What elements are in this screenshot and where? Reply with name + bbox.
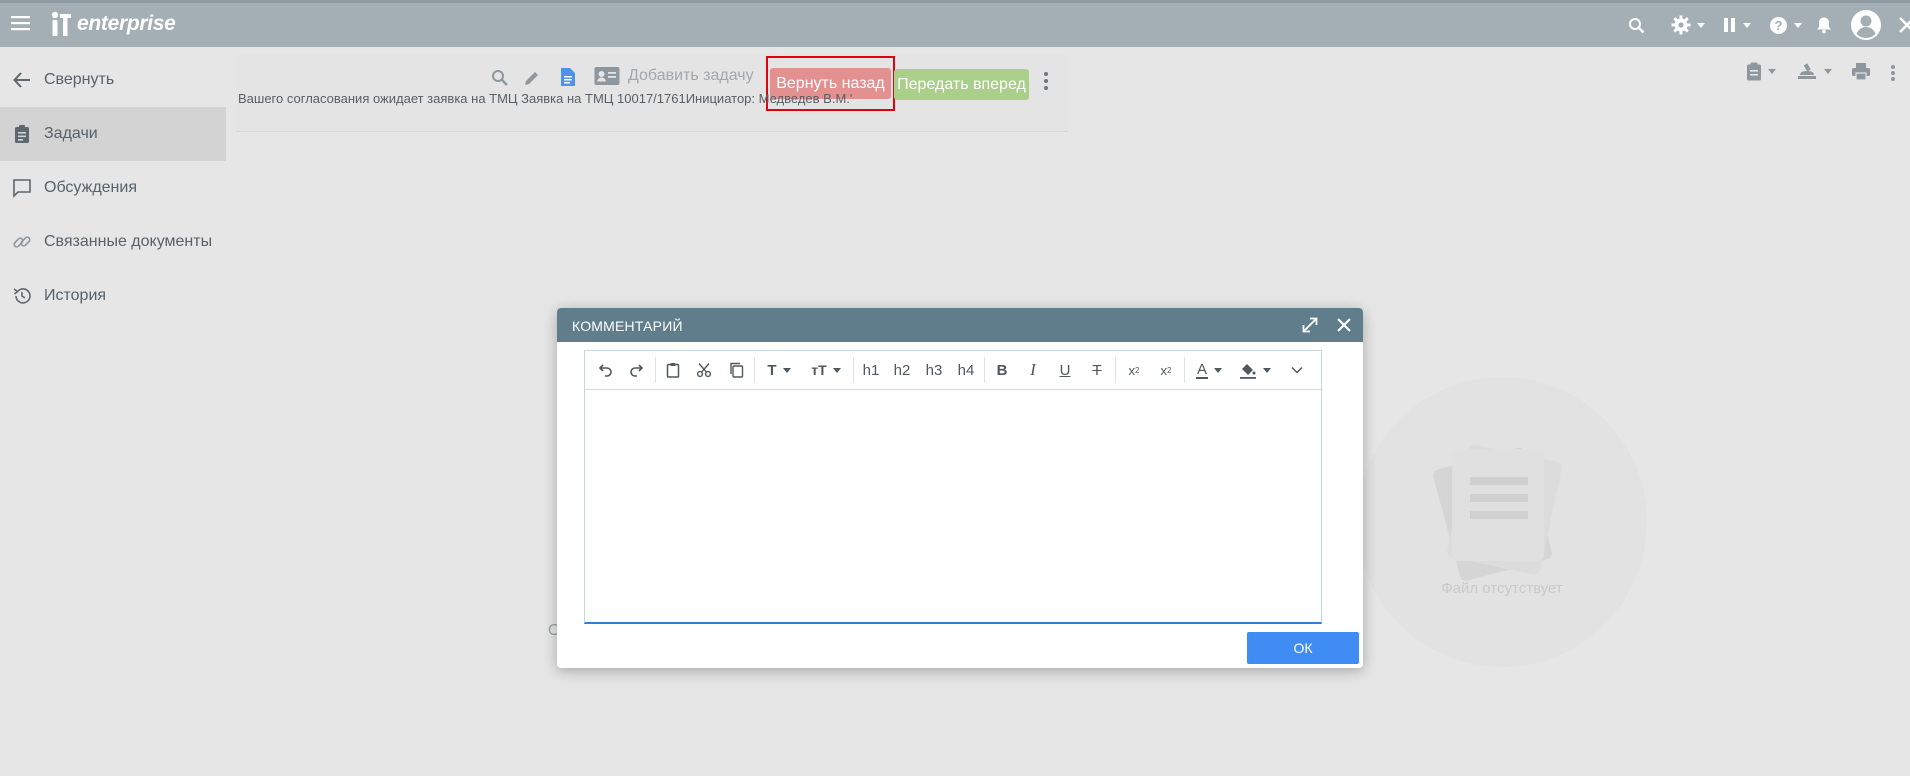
superscript-button[interactable]: x2 [1150, 351, 1182, 390]
bold-label: B [996, 361, 1008, 379]
heading3-button[interactable]: h3 [918, 351, 950, 390]
bold-button[interactable]: B [987, 351, 1017, 390]
editor-toolbar: T тТ h1 h2 h3 h4 B I U T x2 x2 A [585, 351, 1321, 390]
undo-icon[interactable] [589, 351, 621, 390]
font-family-dropdown[interactable]: T [757, 351, 801, 390]
subscript-mark: 2 [1135, 365, 1140, 375]
subscript-button[interactable]: x2 [1118, 351, 1150, 390]
comment-dialog: КОММЕНТАРИЙ T тТ h1 h2 h3 h4 B I U T x 2… [557, 308, 1363, 668]
heading2-label: h2 [893, 361, 911, 379]
redo-icon[interactable] [621, 351, 653, 390]
superscript-mark: 2 [1167, 365, 1172, 375]
heading4-label: h4 [957, 361, 975, 379]
comment-editor: T тТ h1 h2 h3 h4 B I U T x2 x2 A [584, 350, 1322, 624]
ok-button[interactable]: ОК [1247, 632, 1359, 664]
italic-button[interactable]: I [1017, 351, 1049, 390]
cut-icon[interactable] [688, 351, 720, 390]
font-size-dropdown[interactable]: тТ [801, 351, 851, 390]
strikethrough-label: T [1092, 361, 1102, 379]
comment-text-area[interactable] [585, 391, 1321, 623]
font-color-label: A [1195, 360, 1208, 379]
copy-icon[interactable] [720, 351, 752, 390]
underline-label: U [1059, 361, 1071, 379]
strikethrough-button[interactable]: T [1081, 351, 1113, 390]
font-color-dropdown[interactable]: A [1187, 351, 1231, 390]
dialog-title: КОММЕНТАРИЙ [572, 318, 683, 334]
italic-label: I [1030, 360, 1036, 379]
fill-color-dropdown[interactable] [1231, 351, 1279, 390]
heading1-label: h1 [862, 361, 880, 379]
font-family-label: T [767, 361, 777, 379]
chevron-down-icon[interactable] [1279, 351, 1315, 390]
heading1-button[interactable]: h1 [856, 351, 886, 390]
heading3-label: h3 [925, 361, 943, 379]
underline-button[interactable]: U [1049, 351, 1081, 390]
expand-icon[interactable] [1301, 316, 1319, 334]
close-icon[interactable] [1335, 316, 1353, 334]
font-size-label: тТ [811, 362, 827, 378]
paint-bucket-icon [1240, 364, 1256, 379]
dialog-header: КОММЕНТАРИЙ [557, 308, 1363, 342]
heading4-button[interactable]: h4 [950, 351, 982, 390]
paste-icon[interactable] [658, 351, 688, 390]
heading2-button[interactable]: h2 [886, 351, 918, 390]
